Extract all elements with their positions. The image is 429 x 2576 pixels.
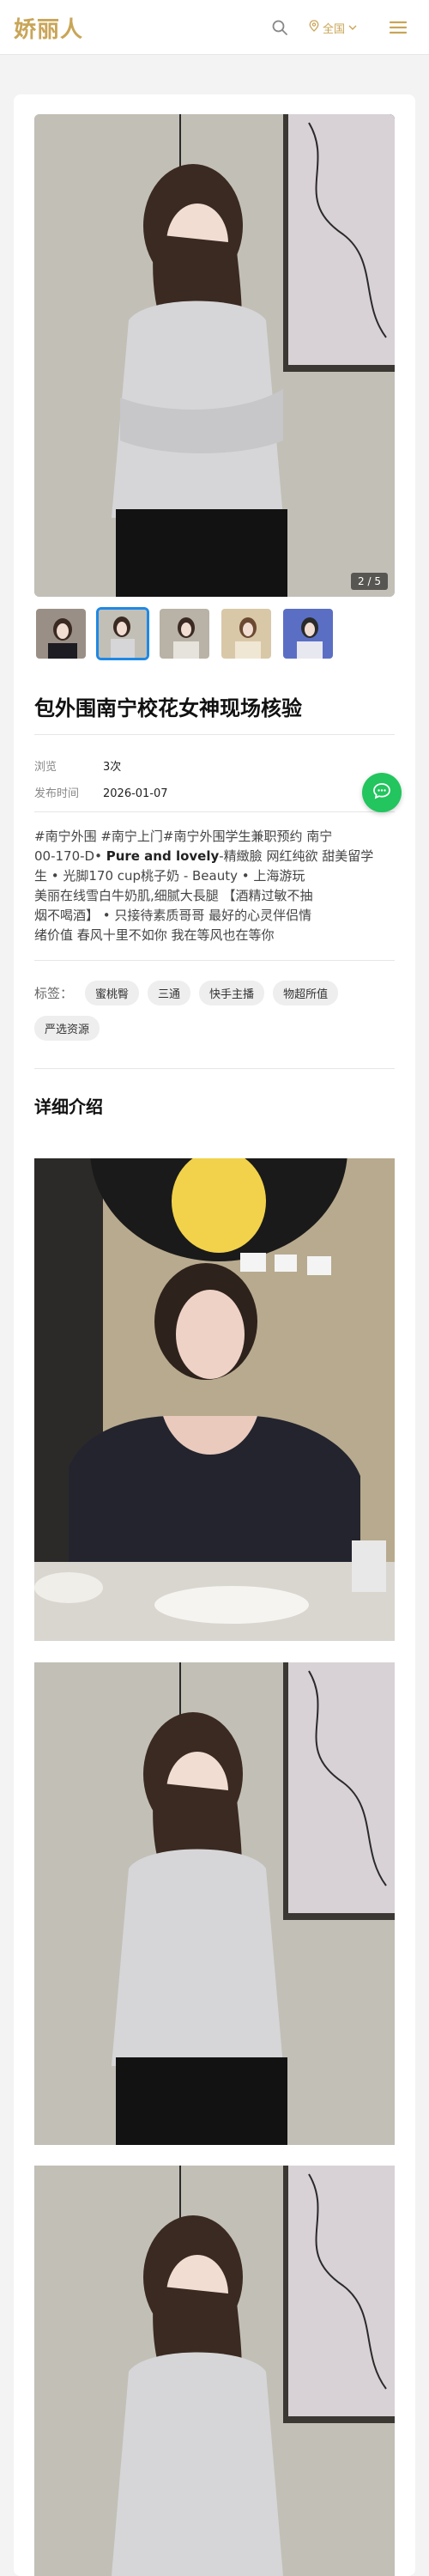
description-line: 美丽在线雪白牛奶肌,细腻大長腿 【酒精过敏不抽 — [34, 888, 313, 903]
post-description: #南宁外围 #南宁上门#南宁外围学生兼职预约 南宁 00-170-D• Pure… — [34, 827, 395, 945]
divider — [34, 734, 395, 735]
date-value: 2026-01-07 — [103, 787, 168, 800]
description-line: #南宁外围 #南宁上门#南宁外围学生兼职预约 南宁 — [34, 829, 333, 844]
tag-list: 标签： 蜜桃臀 三通 快手主播 物超所值 严选资源 — [34, 981, 395, 1041]
views-row: 浏览 3次 — [34, 757, 121, 774]
tag-chip[interactable]: 三通 — [148, 981, 191, 1005]
thumbnail-1[interactable] — [34, 607, 88, 660]
post-title: 包外围南宁校花女神现场核验 — [34, 696, 302, 720]
thumbnail-5[interactable] — [281, 607, 335, 660]
search-icon[interactable] — [271, 19, 288, 36]
chat-button[interactable] — [362, 773, 402, 812]
thumbnail-4[interactable] — [220, 607, 273, 660]
location-pin-icon — [309, 20, 319, 35]
chat-icon — [372, 782, 391, 803]
site-logo[interactable]: 娇丽人 — [14, 12, 83, 44]
description-line: 生 • 光脚170 cup桃子奶 - Beauty • 上海游玩 — [34, 868, 305, 884]
image-counter: 2 / 5 — [351, 573, 388, 590]
top-header: 娇丽人 全国 — [0, 0, 429, 55]
location-label: 全国 — [323, 22, 346, 36]
post-card: 2 / 5 包外围南宁校花女神现场核验 浏览 3次 发布时间 2026-01-07 — [14, 94, 415, 2576]
detail-photo-1[interactable] — [34, 1158, 395, 1641]
main-photo[interactable]: 2 / 5 — [34, 114, 395, 597]
tags-label: 标签： — [34, 986, 74, 1001]
divider — [34, 811, 395, 812]
description-line: 烟不喝酒】 • 只接待素质哥哥 最好的心灵伴侣情 — [34, 908, 312, 923]
location-selector[interactable]: 全国 — [309, 19, 357, 36]
thumbnail-strip — [34, 607, 335, 660]
detail-section-title: 详细介绍 — [34, 1097, 103, 1117]
tag-chip[interactable]: 严选资源 — [34, 1016, 100, 1041]
divider — [34, 960, 395, 961]
views-value: 3次 — [103, 761, 122, 774]
tag-chip[interactable]: 蜜桃臀 — [85, 981, 140, 1005]
detail-photo-3[interactable] — [34, 2166, 395, 2576]
thumbnail-2[interactable] — [96, 607, 149, 660]
views-label: 浏览 — [34, 761, 57, 774]
date-row: 发布时间 2026-01-07 — [34, 784, 168, 800]
menu-icon[interactable] — [388, 18, 408, 37]
tag-chip[interactable]: 物超所值 — [273, 981, 339, 1005]
description-line: 00-170-D• Pure and lovely-精緻臉 网红纯欲 甜美留学 — [34, 848, 374, 864]
thumbnail-3[interactable] — [158, 607, 211, 660]
chevron-down-icon — [348, 21, 357, 34]
description-line: 绪价值 春风十里不如你 我在等风也在等你 — [34, 927, 275, 943]
divider — [34, 1068, 395, 1069]
tag-chip[interactable]: 快手主播 — [199, 981, 265, 1005]
date-label: 发布时间 — [34, 787, 80, 800]
detail-photo-2[interactable] — [34, 1662, 395, 2145]
